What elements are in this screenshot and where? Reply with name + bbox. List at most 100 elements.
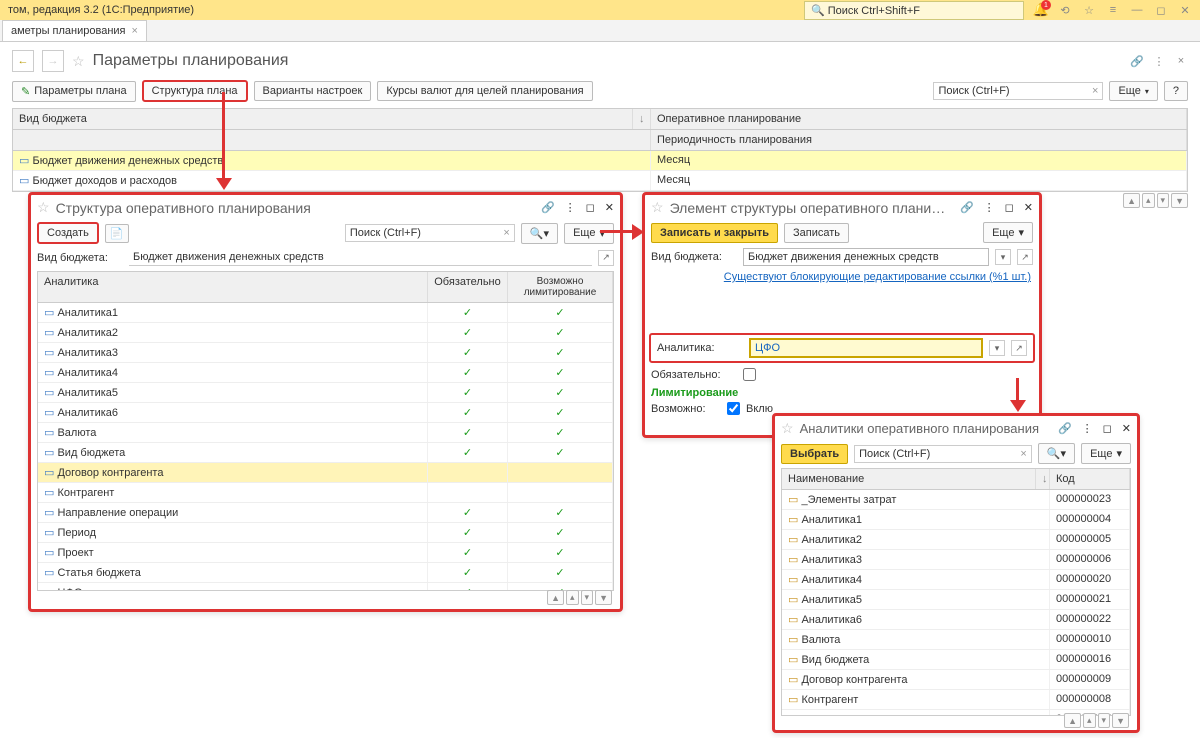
win2-more[interactable]: Еще ▾ xyxy=(983,222,1033,243)
table-row[interactable]: ▭ Аналитика5✓✓ xyxy=(38,383,613,403)
win1-kebab[interactable]: ⋮ xyxy=(565,201,576,214)
w1-first[interactable]: ▲ xyxy=(547,590,564,605)
table-row[interactable]: ▭ Статья бюджета✓✓ xyxy=(38,563,613,583)
btn-plan-params[interactable]: ✎Параметры плана xyxy=(12,81,136,102)
col-periodicity[interactable]: Периодичность планирования xyxy=(651,130,1187,150)
table-row[interactable]: ▭ Проект✓✓ xyxy=(38,543,613,563)
win3-kebab[interactable]: ⋮ xyxy=(1082,422,1093,435)
w1-down[interactable]: ▾ xyxy=(581,590,594,605)
btn-down[interactable]: ▾ xyxy=(1157,193,1170,208)
table-row[interactable]: ▭ Договор контрагента xyxy=(38,463,613,483)
nav-back[interactable]: ← xyxy=(12,50,34,72)
kebab-icon[interactable]: ⋮ xyxy=(1152,54,1166,68)
table-row[interactable]: ▭ Валюта✓✓ xyxy=(38,423,613,443)
win2-max[interactable]: ◻ xyxy=(1005,201,1014,214)
btn-last[interactable]: ▼ xyxy=(1171,193,1188,208)
open-ref-icon[interactable]: ↗ xyxy=(598,250,614,266)
table-row[interactable]: ▭ Аналитика4✓✓ xyxy=(38,363,613,383)
an-open-icon[interactable]: ↗ xyxy=(1011,340,1027,356)
dropdown-icon[interactable]: ▾ xyxy=(995,249,1011,265)
win1-col1[interactable]: Аналитика xyxy=(38,272,428,302)
maximize-icon[interactable]: ◻ xyxy=(1154,3,1168,17)
win1-col2[interactable]: Обязательно xyxy=(428,272,508,302)
btn-more[interactable]: Еще ▾ xyxy=(1109,81,1157,101)
win2-link-icon[interactable]: 🔗 xyxy=(960,201,974,214)
table-row[interactable]: ▭ Аналитика6000000022 xyxy=(782,610,1130,630)
nav-forward[interactable]: → xyxy=(42,50,64,72)
table-row[interactable]: ▭ Контрагент xyxy=(38,483,613,503)
win1-search[interactable]: Поиск (Ctrl+F)× xyxy=(345,224,515,242)
btn-save[interactable]: Записать xyxy=(784,223,849,243)
table-row[interactable]: ▭ Период✓✓ xyxy=(38,523,613,543)
btn-up[interactable]: ▴ xyxy=(1142,193,1155,208)
table-row[interactable]: ▭ Аналитика3✓✓ xyxy=(38,343,613,363)
win2-close[interactable]: ✕ xyxy=(1024,201,1033,214)
table-row[interactable]: ▭ Бюджет доходов и расходов Месяц xyxy=(13,171,1187,191)
page-search[interactable]: Поиск (Ctrl+F)× xyxy=(933,82,1103,100)
table-row[interactable]: ▭ Договор контрагента000000009 xyxy=(782,670,1130,690)
w1-last[interactable]: ▼ xyxy=(595,590,612,605)
btn-save-close[interactable]: Записать и закрыть xyxy=(651,223,778,243)
win1-more[interactable]: Еще ▾ xyxy=(564,223,614,244)
btn-first[interactable]: ▲ xyxy=(1123,193,1140,208)
btn-currency-rates[interactable]: Курсы валют для целей планирования xyxy=(377,81,592,101)
table-row[interactable]: ▭ Аналитика1✓✓ xyxy=(38,303,613,323)
win1-max[interactable]: ◻ xyxy=(586,201,595,214)
global-search[interactable]: 🔍 Поиск Ctrl+Shift+F xyxy=(804,1,1024,20)
btn-settings-variants[interactable]: Варианты настроек xyxy=(254,81,372,101)
win2-star[interactable]: ☆ xyxy=(651,199,664,216)
btn-plan-structure[interactable]: Структура плана xyxy=(142,80,248,102)
win3-close[interactable]: ✕ xyxy=(1122,422,1131,435)
table-row[interactable]: ▭ _Элементы затрат000000023 xyxy=(782,490,1130,510)
win1-link-icon[interactable]: 🔗 xyxy=(541,201,555,214)
close-icon[interactable]: ✕ xyxy=(1178,3,1192,17)
table-row[interactable]: ▭ Аналитика3000000006 xyxy=(782,550,1130,570)
analytic-input[interactable]: ЦФО xyxy=(749,338,983,358)
win2-view-value[interactable]: Бюджет движения денежных средств xyxy=(743,248,989,266)
bell-icon[interactable]: 🔔1 xyxy=(1034,3,1048,17)
favorite-star[interactable]: ☆ xyxy=(72,53,85,70)
btn-help[interactable]: ? xyxy=(1164,81,1188,101)
win3-max[interactable]: ◻ xyxy=(1103,422,1112,435)
link-icon[interactable]: 🔗 xyxy=(1130,54,1144,68)
w3-last[interactable]: ▼ xyxy=(1112,713,1129,728)
table-row[interactable]: ▭ Аналитика2✓✓ xyxy=(38,323,613,343)
table-row[interactable]: ▭ Вид бюджета✓✓ xyxy=(38,443,613,463)
win3-col2[interactable]: Код xyxy=(1050,469,1130,489)
table-row[interactable]: ▭ Контрагент000000008 xyxy=(782,690,1130,710)
btn-select[interactable]: Выбрать xyxy=(781,444,848,464)
table-row[interactable]: ▭ Аналитика5000000021 xyxy=(782,590,1130,610)
table-row[interactable]: ▭ Валюта000000010 xyxy=(782,630,1130,650)
open-icon[interactable]: ↗ xyxy=(1017,249,1033,265)
win3-link-icon[interactable]: 🔗 xyxy=(1058,422,1072,435)
table-row[interactable]: ▭ Аналитика6✓✓ xyxy=(38,403,613,423)
an-drop-icon[interactable]: ▾ xyxy=(989,340,1005,356)
w3-up[interactable]: ▴ xyxy=(1083,713,1096,728)
history-icon[interactable]: ⟲ xyxy=(1058,3,1072,17)
win1-col3[interactable]: Возможно лимитирование xyxy=(508,272,613,302)
win1-mag[interactable]: 🔍▾ xyxy=(521,223,558,244)
col-op-planning[interactable]: Оперативное планирование xyxy=(651,109,1187,129)
btn-create[interactable]: Создать xyxy=(37,222,99,244)
win3-search[interactable]: Поиск (Ctrl+F)× xyxy=(854,445,1032,463)
win3-more[interactable]: Еще ▾ xyxy=(1081,443,1131,464)
btn-copy[interactable]: 📄 xyxy=(105,224,129,243)
w1-up[interactable]: ▴ xyxy=(566,590,579,605)
table-row[interactable]: ▭ Аналитика2000000005 xyxy=(782,530,1130,550)
win1-view-value[interactable]: Бюджет движения денежных средств xyxy=(129,249,592,266)
win3-col1[interactable]: Наименование xyxy=(782,469,1036,489)
win1-star[interactable]: ☆ xyxy=(37,199,50,216)
page-close-icon[interactable]: × xyxy=(1174,54,1188,68)
poss-checkbox[interactable] xyxy=(727,402,740,415)
col-budget-type[interactable]: Вид бюджета xyxy=(13,109,633,129)
tab-params[interactable]: аметры планирования× xyxy=(2,20,147,41)
req-checkbox[interactable] xyxy=(743,368,756,381)
table-row[interactable]: ▭ Бюджет движения денежных средств Месяц xyxy=(13,151,1187,171)
warn-link[interactable]: Существуют блокирующие редактирование сс… xyxy=(724,271,1031,283)
table-row[interactable]: ▭ Направление операции✓✓ xyxy=(38,503,613,523)
w3-first[interactable]: ▲ xyxy=(1064,713,1081,728)
table-row[interactable]: ▭ Вид бюджета000000016 xyxy=(782,650,1130,670)
w3-down[interactable]: ▾ xyxy=(1098,713,1111,728)
sort-icon[interactable]: ↓ xyxy=(633,109,651,129)
menu-icon[interactable]: ≡ xyxy=(1106,3,1120,17)
